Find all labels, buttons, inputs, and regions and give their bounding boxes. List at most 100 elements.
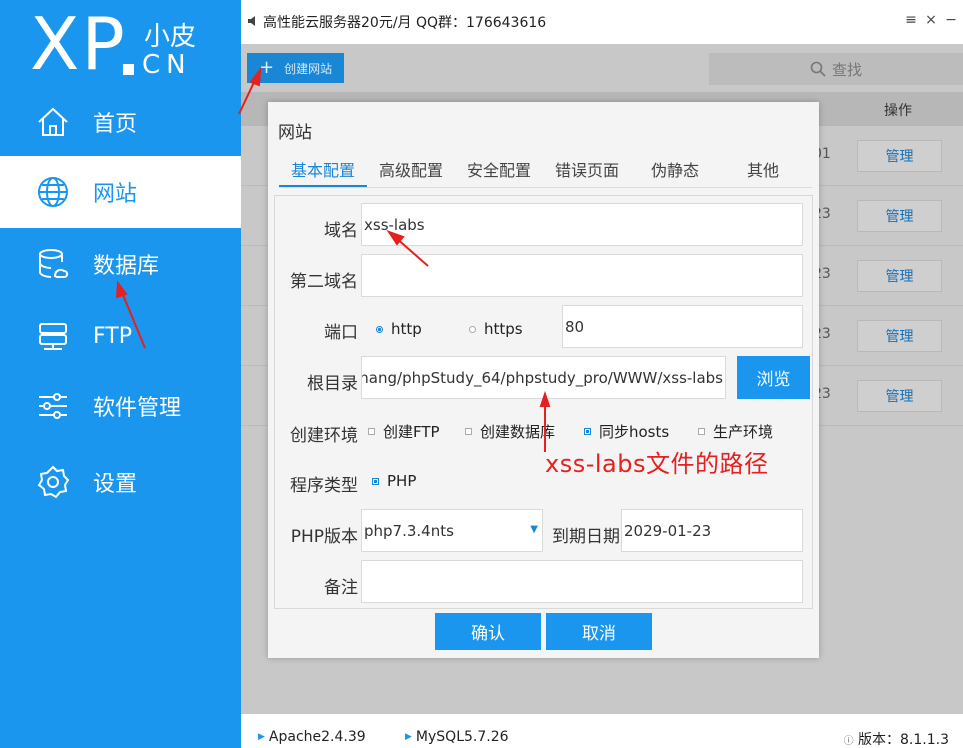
browse-button[interactable]: 浏览: [737, 356, 810, 399]
server-icon: [34, 317, 72, 355]
checkbox-create-db[interactable]: 创建数据库: [465, 421, 555, 442]
second-domain-input[interactable]: [361, 254, 803, 297]
checkbox-label: PHP: [387, 472, 417, 490]
annotation-text: xss-labs文件的路径: [545, 450, 769, 478]
tab-rewrite[interactable]: 伪静态: [631, 158, 719, 187]
window-controls: ≡ × −: [905, 12, 957, 28]
manage-button[interactable]: 管理: [857, 200, 942, 232]
play-icon: ▶: [258, 732, 265, 742]
home-icon: [34, 103, 72, 141]
sidebar-item-software[interactable]: 软件管理: [0, 370, 241, 442]
port-input[interactable]: 80: [562, 305, 803, 348]
status-bar: ▶ Apache2.4.39 ▶ MySQL5.7.26 ⓘ 版本：8.1.1.…: [241, 714, 963, 748]
checkbox-create-ftp[interactable]: 创建FTP: [368, 421, 440, 442]
remark-label: 备注: [324, 578, 358, 598]
create-website-label: 创建网站: [284, 61, 333, 76]
sidebar-item-label: FTP: [93, 323, 132, 349]
create-website-button[interactable]: + 创建网站: [247, 53, 344, 83]
radio-dot: [469, 325, 476, 333]
checkbox-sync-hosts[interactable]: 同步hosts: [584, 421, 669, 442]
sliders-icon: [34, 387, 72, 425]
dialog-tabs: 基本配置 高级配置 安全配置 错误页面 伪静态 其他: [279, 158, 812, 188]
cancel-button[interactable]: 取消: [546, 613, 652, 650]
manage-button[interactable]: 管理: [857, 320, 942, 352]
sidebar-item-label: 网站: [93, 182, 138, 207]
title-bar: 高性能云服务器20元/月 QQ群：176643616 ≡ × −: [241, 0, 963, 44]
gear-icon: [34, 463, 72, 501]
manage-button[interactable]: 管理: [857, 260, 942, 292]
sidebar-item-label: 首页: [93, 112, 138, 137]
sidebar-item-database[interactable]: 数据库: [0, 228, 241, 300]
dialog-title: 网站: [278, 123, 312, 143]
domain-input[interactable]: xss-labs: [361, 203, 803, 246]
confirm-button[interactable]: 确认: [435, 613, 541, 650]
domain-label: 域名: [324, 221, 358, 241]
sidebar-item-home[interactable]: 首页: [0, 86, 241, 158]
sidebar-item-label: 设置: [93, 472, 138, 497]
search-icon: [810, 61, 826, 77]
search-label: 查找: [831, 60, 862, 79]
program-type-label: 程序类型: [290, 476, 358, 496]
checkbox-box-checked: [584, 428, 591, 435]
logo-dot: [123, 64, 134, 75]
radio-http[interactable]: http: [376, 320, 422, 338]
manage-button[interactable]: 管理: [857, 380, 942, 412]
apache-status[interactable]: ▶ Apache2.4.39: [258, 729, 366, 745]
close-icon[interactable]: ×: [925, 12, 937, 28]
checkbox-label: 同步hosts: [599, 423, 670, 441]
sidebar-item-label: 数据库: [93, 254, 160, 279]
menu-icon[interactable]: ≡: [905, 12, 917, 28]
search-input[interactable]: 查找: [709, 53, 963, 85]
minimize-icon[interactable]: −: [945, 12, 957, 28]
manage-button[interactable]: 管理: [857, 140, 942, 172]
radio-http-label: http: [391, 320, 422, 338]
second-domain-label: 第二域名: [290, 272, 358, 292]
logo-xp: XP: [30, 2, 127, 86]
checkbox-box: [698, 428, 705, 435]
tab-other[interactable]: 其他: [719, 158, 807, 187]
version-label: 版本：8.1.1.3: [858, 732, 949, 748]
info-icon: ⓘ: [843, 736, 854, 747]
radio-dot-checked: [376, 325, 383, 333]
logo-cn-bottom: CN: [142, 50, 192, 80]
speaker-icon: [248, 16, 255, 26]
apache-label: Apache2.4.39: [268, 729, 366, 745]
plus-icon: +: [259, 57, 275, 78]
basic-config-form: 域名 xss-labs 第二域名 端口 http https 80 根目录 pa…: [274, 195, 813, 609]
checkbox-php[interactable]: PHP: [372, 472, 416, 490]
logo-cn-top: 小皮: [144, 22, 197, 52]
tab-error-pages[interactable]: 错误页面: [543, 158, 631, 187]
remark-input[interactable]: [361, 560, 803, 603]
php-version-select[interactable]: php7.3.4nts ▼: [361, 509, 543, 552]
env-label: 创建环境: [290, 426, 358, 446]
website-dialog: 网站 基本配置 高级配置 安全配置 错误页面 伪静态 其他 域名 xss-lab…: [268, 102, 819, 658]
mysql-status[interactable]: ▶ MySQL5.7.26: [405, 729, 509, 745]
sidebar-item-website[interactable]: 网站: [0, 156, 241, 228]
checkbox-production[interactable]: 生产环境: [698, 421, 773, 442]
expire-date-input[interactable]: 2029-01-23: [621, 509, 803, 552]
port-label: 端口: [324, 323, 358, 343]
root-dir-label: 根目录: [307, 374, 358, 394]
app-logo: XP 小皮 CN: [30, 8, 230, 88]
checkbox-label: 生产环境: [713, 423, 774, 441]
radio-https[interactable]: https: [469, 320, 523, 338]
root-dir-input[interactable]: pachang/phpStudy_64/phpstudy_pro/WWW/xss…: [361, 356, 726, 399]
play-icon: ▶: [405, 732, 412, 742]
column-header-ops: 操作: [884, 103, 912, 119]
tab-advanced[interactable]: 高级配置: [367, 158, 455, 187]
checkbox-label: 创建数据库: [480, 423, 556, 441]
sidebar-item-ftp[interactable]: FTP: [0, 300, 241, 372]
checkbox-box: [368, 428, 375, 435]
expire-date-label: 到期日期: [552, 527, 620, 547]
tab-basic[interactable]: 基本配置: [279, 158, 367, 187]
tab-security[interactable]: 安全配置: [455, 158, 543, 187]
globe-icon: [34, 173, 72, 211]
checkbox-box: [465, 428, 472, 435]
sidebar: XP 小皮 CN 首页 网站 数据库 FTP 软件管理 设置: [0, 0, 241, 748]
checkbox-box-checked: [372, 477, 379, 485]
notice-text[interactable]: 高性能云服务器20元/月 QQ群：176643616: [263, 12, 546, 32]
version-text: ⓘ 版本：8.1.1.3: [844, 729, 949, 748]
checkbox-label: 创建FTP: [383, 423, 440, 441]
mysql-label: MySQL5.7.26: [415, 729, 509, 745]
sidebar-item-settings[interactable]: 设置: [0, 446, 241, 518]
